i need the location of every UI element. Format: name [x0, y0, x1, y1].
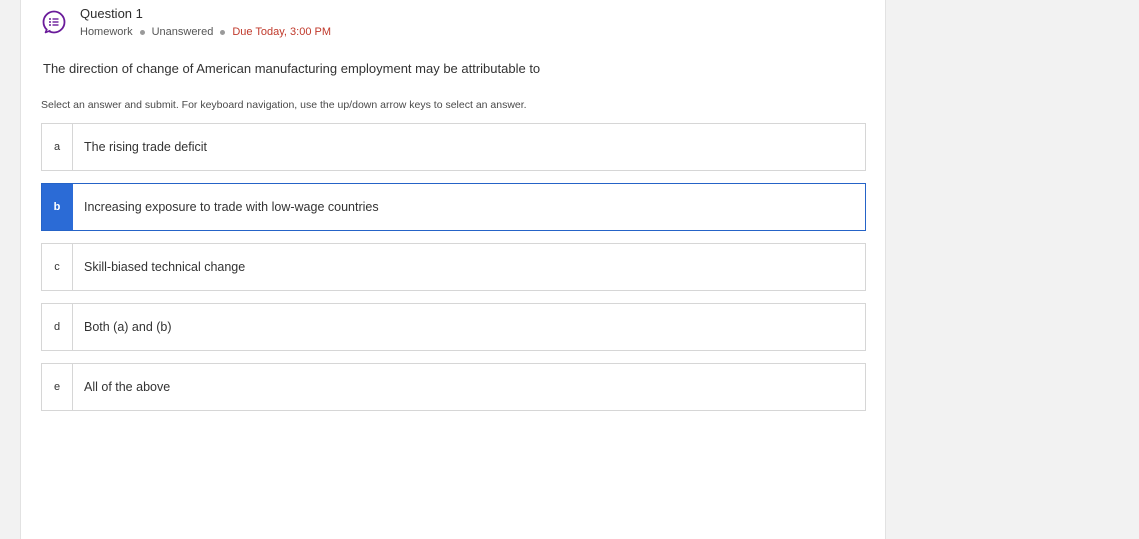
answer-instructions: Select an answer and submit. For keyboar…	[41, 99, 527, 111]
option-text: Increasing exposure to trade with low-wa…	[84, 200, 379, 214]
option-letter: c	[42, 244, 73, 290]
option-text: The rising trade deficit	[84, 140, 207, 154]
due-date: Due Today, 3:00 PM	[232, 26, 331, 38]
option-text: All of the above	[84, 380, 171, 394]
answer-option-b[interactable]: b Increasing exposure to trade with low-…	[41, 183, 866, 231]
answer-options: a The rising trade deficit b Increasing …	[41, 123, 866, 423]
question-type: Homework	[80, 26, 133, 38]
separator-dot	[139, 29, 145, 35]
answer-option-c[interactable]: c Skill-biased technical change	[41, 243, 866, 291]
answer-status: Unanswered	[151, 26, 214, 38]
separator-dot	[220, 29, 226, 35]
question-prompt: The direction of change of American manu…	[43, 61, 541, 76]
question-list-icon	[42, 10, 66, 34]
question-title: Question 1	[80, 6, 143, 21]
answer-option-d[interactable]: d Both (a) and (b)	[41, 303, 866, 351]
answer-option-a[interactable]: a The rising trade deficit	[41, 123, 866, 171]
option-letter: d	[42, 304, 73, 350]
option-text: Both (a) and (b)	[84, 320, 172, 334]
option-text: Skill-biased technical change	[84, 260, 246, 274]
option-letter: b	[42, 184, 73, 230]
question-meta: Homework Unanswered Due Today, 3:00 PM	[80, 25, 331, 39]
option-letter: a	[42, 124, 73, 170]
question-card: Question 1 Homework Unanswered Due Today…	[20, 0, 886, 539]
answer-option-e[interactable]: e All of the above	[41, 363, 866, 411]
question-header: Question 1 Homework Unanswered Due Today…	[80, 6, 331, 39]
option-letter: e	[42, 364, 73, 410]
